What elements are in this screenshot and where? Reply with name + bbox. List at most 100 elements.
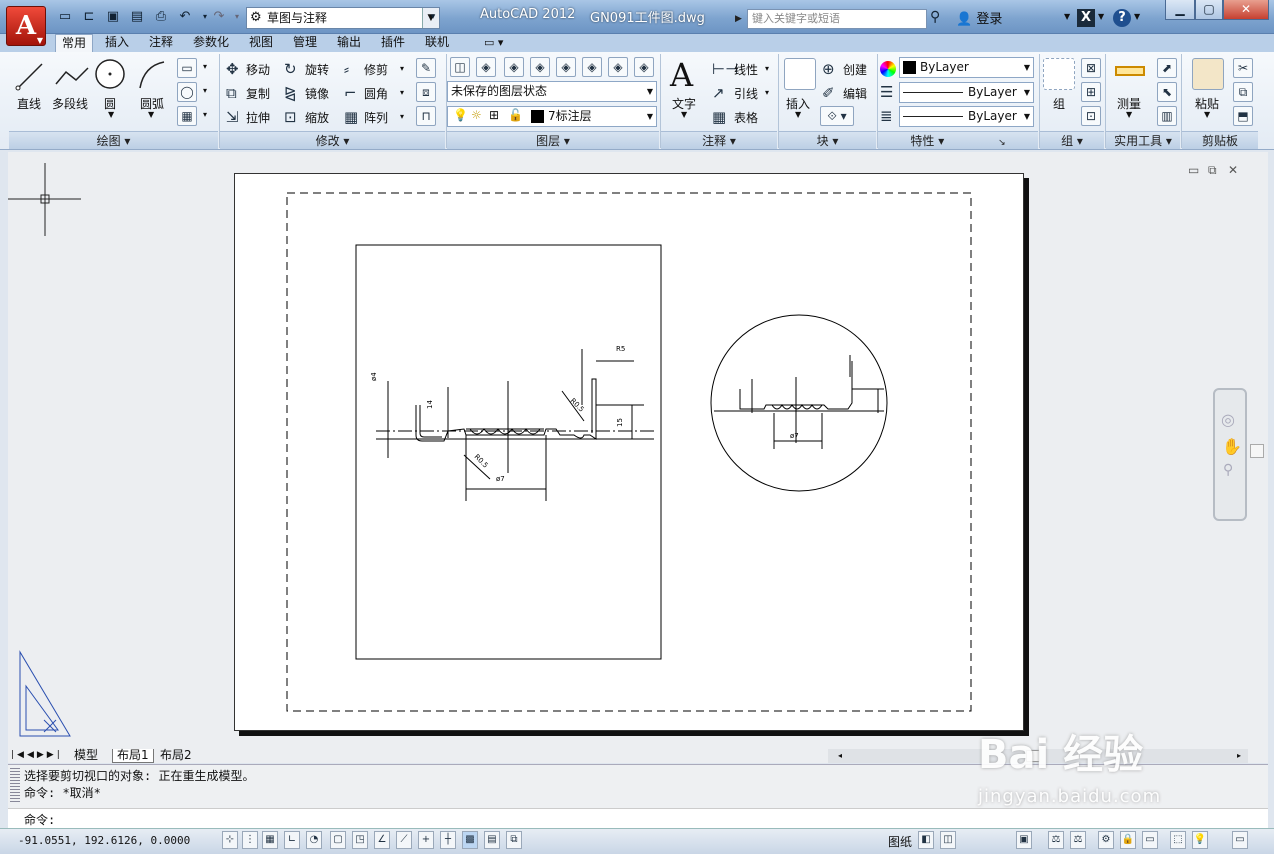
- lock-icon[interactable]: 🔒: [1120, 831, 1136, 849]
- viewport-minimize-icon[interactable]: ▭: [1188, 163, 1199, 177]
- tab-home[interactable]: 常用: [55, 34, 94, 52]
- application-menu-button[interactable]: A ▼: [6, 6, 46, 46]
- create-block-icon[interactable]: ⊕: [822, 61, 835, 77]
- snap-icon[interactable]: ⋮: [242, 831, 258, 849]
- quick-view-drawings-icon[interactable]: ◫: [940, 831, 956, 849]
- isolate-objects-icon[interactable]: ⬚: [1170, 831, 1186, 849]
- polyline-tool-label[interactable]: 多段线: [52, 95, 88, 112]
- steering-wheel-icon[interactable]: ◎: [1221, 410, 1245, 429]
- layer-icon[interactable]: ◈: [582, 57, 602, 77]
- pan-hand-icon[interactable]: ✋: [1222, 437, 1245, 456]
- minimize-button[interactable]: ▁: [1165, 0, 1195, 20]
- edit-tool-label[interactable]: 编辑: [843, 85, 867, 102]
- lightbulb-icon[interactable]: 💡: [453, 108, 468, 122]
- quick-select-icon[interactable]: ⬈: [1157, 58, 1177, 78]
- ribbon-minimize-icon[interactable]: ▭ ▾: [484, 34, 503, 51]
- chevron-down-icon[interactable]: ▾: [765, 88, 769, 97]
- zoom-icon[interactable]: ⚲: [1223, 462, 1245, 478]
- chevron-down-icon[interactable]: ▼: [148, 110, 154, 119]
- measure-icon[interactable]: [1115, 66, 1145, 76]
- quick-properties-icon[interactable]: ▤: [484, 831, 500, 849]
- move-icon[interactable]: ✥: [226, 61, 239, 77]
- text-icon[interactable]: A: [670, 56, 693, 94]
- tab-navigation-arrows[interactable]: |◀◀▶▶|: [11, 749, 63, 762]
- hatch-icon[interactable]: ▦: [177, 106, 197, 126]
- attribute-icon[interactable]: ⟐ ▾: [820, 106, 854, 126]
- login-button[interactable]: 👤 登录: [956, 8, 1002, 27]
- coordinate-display[interactable]: -91.0551, 192.6126, 0.0000: [18, 834, 190, 847]
- otrack-icon[interactable]: ∠: [374, 831, 390, 849]
- maximize-button[interactable]: ▢: [1195, 0, 1223, 20]
- transparency-icon[interactable]: ▩: [462, 831, 478, 849]
- select-all-icon[interactable]: ⬉: [1157, 82, 1177, 102]
- ungroup-icon[interactable]: ⊠: [1081, 58, 1101, 78]
- layer-icon[interactable]: ◈: [634, 57, 654, 77]
- chevron-down-icon[interactable]: ▾: [400, 112, 404, 121]
- ortho-icon[interactable]: ∟: [284, 831, 300, 849]
- tab-plugins[interactable]: 插件: [375, 34, 411, 52]
- rotate-tool-label[interactable]: 旋转: [305, 61, 329, 78]
- redo-icon[interactable]: ↷: [210, 8, 228, 26]
- print-icon[interactable]: ⎙: [152, 8, 170, 26]
- panel-title-clipboard[interactable]: 剪贴板: [1182, 131, 1258, 149]
- insert-block-icon[interactable]: [784, 58, 816, 90]
- sun-icon[interactable]: ☼: [471, 108, 482, 122]
- grid-icon[interactable]: ▦: [262, 831, 278, 849]
- chevron-down-icon[interactable]: ▼: [108, 110, 114, 119]
- layer-icon[interactable]: ◈: [556, 57, 576, 77]
- stretch-tool-label[interactable]: 拉伸: [246, 109, 270, 126]
- redo-dropdown-icon[interactable]: ▾: [228, 8, 246, 26]
- new-file-icon[interactable]: ▭: [56, 8, 74, 26]
- command-grip-icon[interactable]: [10, 768, 20, 804]
- layer-properties-icon[interactable]: ◫: [450, 57, 470, 77]
- edit-block-icon[interactable]: ✐: [822, 85, 835, 101]
- tab-view[interactable]: 视图: [243, 34, 279, 52]
- selection-cycling-icon[interactable]: ⧉: [506, 831, 522, 849]
- help-icon[interactable]: ?: [1113, 9, 1131, 27]
- open-file-icon[interactable]: ⊏: [80, 8, 98, 26]
- panel-title-groups[interactable]: 组 ▾: [1040, 131, 1104, 149]
- chevron-down-icon[interactable]: ▾: [203, 62, 207, 71]
- linear-tool-label[interactable]: 线性: [734, 61, 758, 78]
- quick-view-layouts-icon[interactable]: ◧: [918, 831, 934, 849]
- fillet-icon[interactable]: ⌐: [344, 85, 357, 101]
- panel-title-properties[interactable]: 特性 ▾ ↘: [878, 131, 1038, 149]
- tab-annotate[interactable]: 注释: [143, 34, 179, 52]
- viewport-close-icon[interactable]: ✕: [1228, 163, 1238, 177]
- table-tool-label[interactable]: 表格: [734, 109, 758, 126]
- paste-icon[interactable]: [1192, 58, 1224, 90]
- ellipse-icon[interactable]: ◯: [177, 82, 197, 102]
- paper-space-label[interactable]: 图纸: [888, 833, 912, 850]
- group-tool-label[interactable]: 组: [1053, 95, 1065, 112]
- layer-icon[interactable]: ◈: [608, 57, 628, 77]
- viewport-restore-icon[interactable]: ⧉: [1208, 163, 1217, 178]
- binoculars-icon[interactable]: ⚲: [930, 9, 940, 25]
- 3d-osnap-icon[interactable]: ◳: [352, 831, 368, 849]
- trim-tool-label[interactable]: 修剪: [364, 61, 388, 78]
- workspace-switch-icon[interactable]: ⚙: [1098, 831, 1114, 849]
- save-icon[interactable]: ▣: [104, 8, 122, 26]
- hardware-acceleration-icon[interactable]: ▭: [1142, 831, 1158, 849]
- match-properties-icon[interactable]: ⬒: [1233, 106, 1253, 126]
- chevron-down-icon[interactable]: ▾: [765, 64, 769, 73]
- linetype-icon[interactable]: ≣: [880, 108, 893, 124]
- tab-model[interactable]: 模型: [74, 749, 98, 763]
- erase-brush-icon[interactable]: ✎: [416, 58, 436, 78]
- lineweight-toggle-icon[interactable]: ┼: [440, 831, 456, 849]
- group-icon[interactable]: [1043, 58, 1075, 90]
- color-dropdown[interactable]: ByLayer ▼: [899, 57, 1034, 78]
- panel-title-layers[interactable]: 图层 ▾: [447, 131, 659, 149]
- annotation-scale-icon[interactable]: ⚖: [1048, 831, 1064, 849]
- stretch-icon[interactable]: ⇲: [226, 109, 239, 125]
- chevron-down-icon[interactable]: ▾: [400, 88, 404, 97]
- close-button[interactable]: ✕: [1223, 0, 1269, 20]
- copy-icon[interactable]: ⧉: [226, 85, 237, 101]
- unlock-icon[interactable]: 🔓: [508, 108, 523, 122]
- search-input[interactable]: 键入关键字或短语: [747, 9, 927, 29]
- tab-parametric[interactable]: 参数化: [187, 34, 235, 52]
- scroll-left-icon[interactable]: ◂: [838, 749, 842, 763]
- trim-icon[interactable]: ⸗: [344, 61, 349, 77]
- layer-icon[interactable]: ◈: [476, 57, 496, 77]
- array-icon[interactable]: ▦: [344, 109, 358, 125]
- move-tool-label[interactable]: 移动: [246, 61, 270, 78]
